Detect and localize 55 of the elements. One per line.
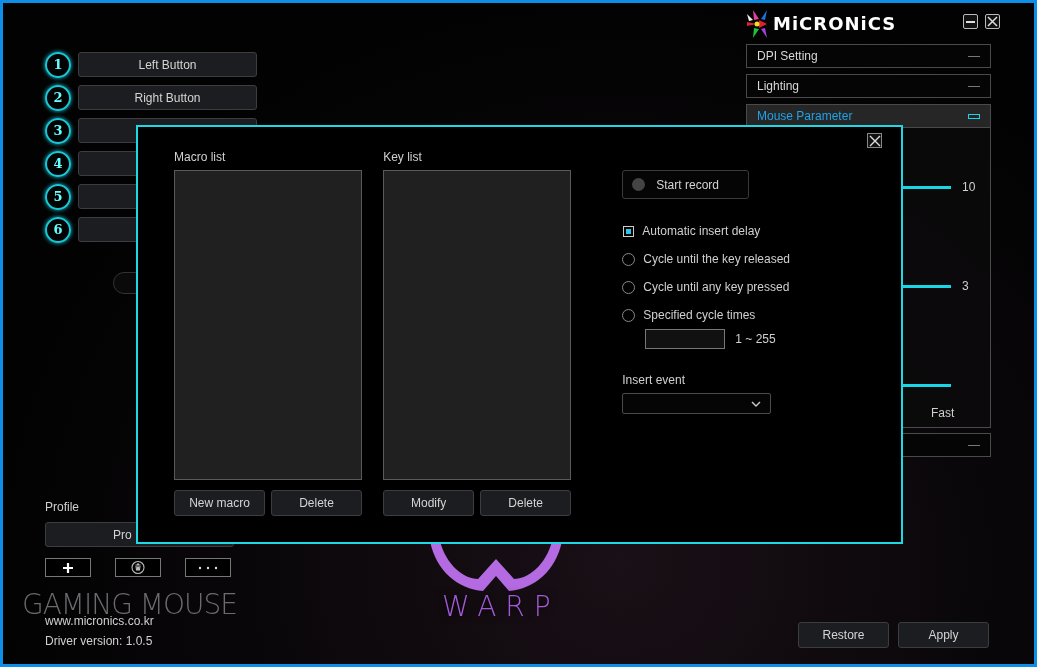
section-title: Mouse Parameter [757, 109, 853, 123]
modify-key-button[interactable]: Modify [383, 490, 475, 516]
settings-section-header[interactable]: DPI Setting [746, 44, 991, 68]
brand-logo: MiCRONiCS [773, 12, 897, 36]
new-macro-button[interactable]: New macro [174, 490, 265, 516]
cycle-count-field[interactable] [645, 329, 726, 349]
list-title: Key list [383, 150, 423, 164]
trash-icon [131, 560, 145, 575]
section-title: DPI Setting [757, 49, 818, 63]
driver-version: Driver version: 1.0.5 [45, 634, 154, 648]
restore-button[interactable]: Restore [798, 622, 889, 648]
cycle-range-hint: 1 ~ 255 [735, 332, 776, 346]
close-icon [868, 134, 881, 147]
settings-section-header[interactable]: Mouse Parameter [746, 104, 991, 128]
option-label: Automatic insert delay [642, 224, 761, 238]
close-button[interactable] [867, 133, 882, 148]
option-label: Specified cycle times [643, 308, 756, 322]
profile-label: Profile [45, 500, 79, 514]
option-label: Cycle until the key released [643, 252, 791, 266]
star-logo-icon [745, 10, 769, 38]
more-icon [198, 565, 218, 570]
slider-value: 10 [962, 180, 976, 194]
apply-button[interactable]: Apply [898, 622, 989, 648]
checkbox[interactable] [623, 225, 635, 237]
button-number: 3 [45, 117, 71, 144]
close-button[interactable] [985, 14, 1000, 29]
button-number: 4 [45, 150, 71, 177]
close-icon [987, 16, 998, 27]
model-logo: WARP [442, 593, 560, 620]
minimize-icon [966, 20, 975, 23]
slider-scale-label: Fast [931, 406, 955, 420]
record-dot-icon [632, 178, 646, 191]
settings-section-header[interactable]: Lighting [746, 74, 991, 98]
more-options-button[interactable] [185, 558, 231, 577]
plus-icon [62, 561, 74, 574]
button-number: 5 [45, 183, 71, 210]
delete-macro-button[interactable]: Delete [271, 490, 362, 516]
button-number: 6 [45, 216, 71, 243]
option-label: Cycle until any key pressed [643, 280, 790, 294]
insert-event-label: Insert event [622, 373, 685, 387]
button-number: 2 [45, 84, 71, 111]
start-record-button[interactable]: Start record [622, 170, 750, 199]
wing-logo-icon [428, 541, 564, 593]
delete-key-button[interactable]: Delete [480, 490, 572, 516]
slider-value: 3 [962, 279, 969, 293]
mouse-button-assign[interactable]: Left Button [78, 52, 257, 77]
mouse-button-assign[interactable]: Right Button [78, 85, 257, 110]
collapse-icon [968, 113, 980, 119]
chevron-down-icon [751, 400, 762, 407]
delete-profile-button[interactable] [115, 558, 161, 577]
add-profile-button[interactable] [45, 558, 91, 577]
list-title: Macro list [174, 150, 227, 164]
minimize-button[interactable] [963, 14, 978, 29]
section-title: Lighting [757, 79, 800, 93]
button-number: 1 [45, 51, 71, 78]
